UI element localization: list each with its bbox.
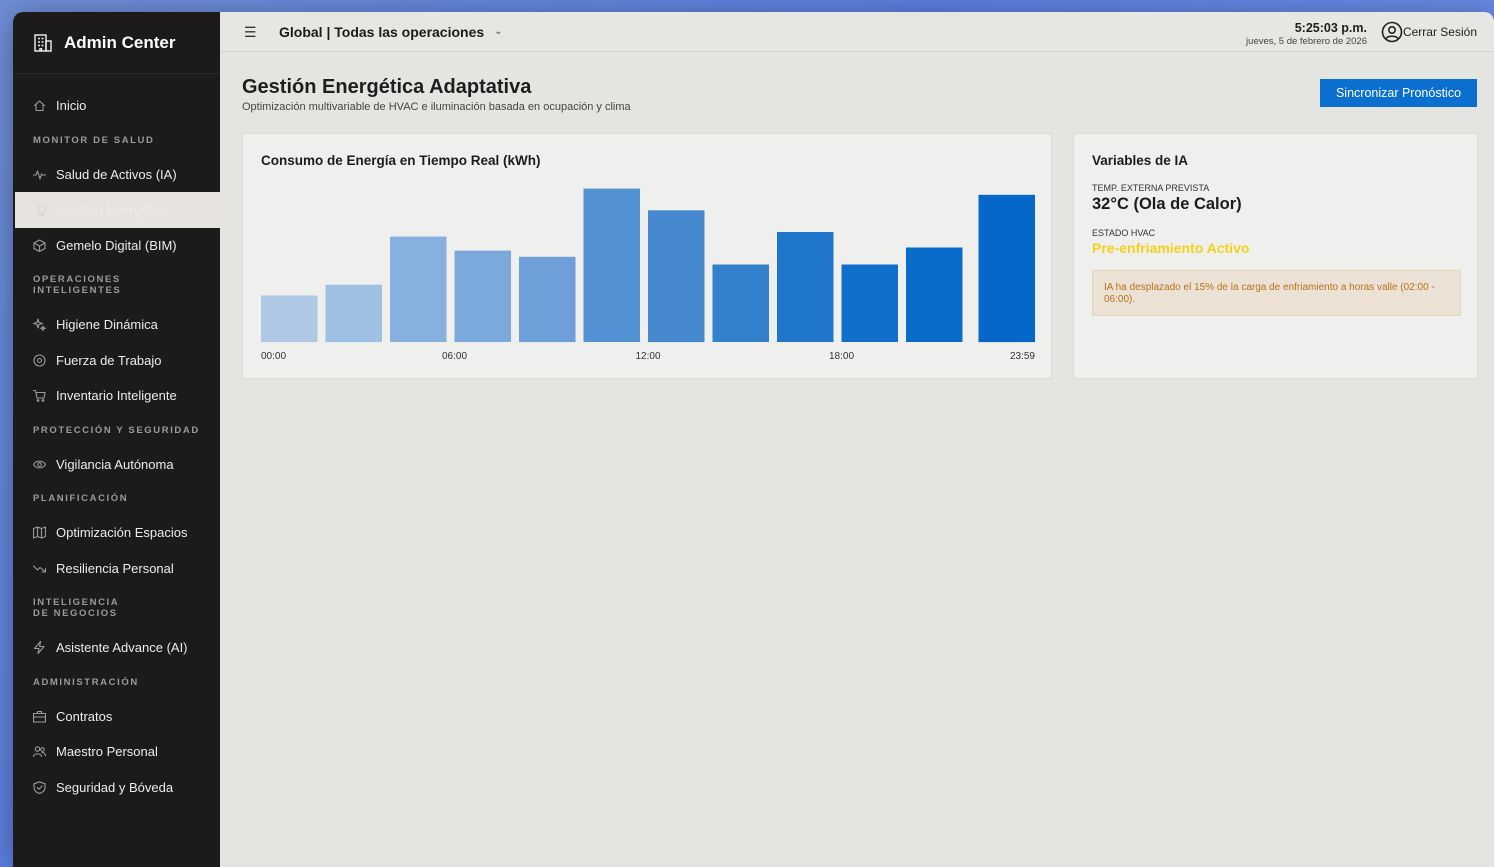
sidebar-item-higiene-dinamica[interactable]: Higiene Dinámica <box>13 307 220 343</box>
sidebar-item-inventario-inteligente[interactable]: Inventario Inteligente <box>13 378 220 414</box>
page-title: Gestión Energética Adaptativa <box>242 76 532 98</box>
sparkles-icon <box>33 318 46 332</box>
logout-button[interactable]: Cerrar Sesión <box>1403 25 1477 39</box>
x-tick-label: 12:00 <box>635 351 660 362</box>
ai-panel-title: Variables de IA <box>1092 153 1189 168</box>
sidebar-item-label: Inicio <box>56 98 87 114</box>
app-window: Admin Center Inicio MONITOR DE SALUD Salud… <box>13 12 1494 867</box>
temp-label: TEMP. EXTERNA PREVISTA <box>1092 183 1210 193</box>
sidebar-item-maestro-personal[interactable]: Maestro Personal <box>13 734 220 770</box>
main-content: ☰ Global | Todas las operaciones ⌄ 5:25:… <box>220 12 1494 867</box>
x-tick-label: 18:00 <box>829 351 854 362</box>
chart-bar[interactable] <box>583 188 641 342</box>
sidebar-item-label: Inventario Inteligente <box>56 388 177 404</box>
ai-variables-card: Variables de IA TEMP. EXTERNA PREVISTA 3… <box>1073 133 1478 379</box>
clock: 5:25:03 p.m. jueves, 5 de febrero de 202… <box>1246 21 1367 47</box>
sidebar-item-label: Asistente Advance (AI) <box>56 640 188 656</box>
lightbulb-icon <box>35 203 48 216</box>
briefcase-icon <box>33 710 46 723</box>
page-subtitle: Optimización multivariable de HVAC e ilu… <box>242 101 631 113</box>
sidebar-item-label: Vigilancia Autónoma <box>56 456 174 472</box>
users-icon <box>33 745 46 758</box>
chevron-down-icon[interactable]: ⌄ <box>494 26 502 37</box>
app-title: Admin Center <box>64 32 176 52</box>
page-header: Gestión Energética Adaptativa Optimizaci… <box>242 76 631 113</box>
temp-block: TEMP. EXTERNA PREVISTA 32°C (Ola de Calo… <box>1092 183 1242 214</box>
chart-bar[interactable] <box>648 210 705 343</box>
sidebar-item-label: Gemelo Digital (BIM) <box>56 237 177 253</box>
cart-icon <box>33 389 46 403</box>
clock-date: jueves, 5 de febrero de 2026 <box>1246 36 1367 47</box>
sidebar-item-resiliencia-personal[interactable]: Resiliencia Personal <box>13 551 220 587</box>
chart-bar[interactable] <box>841 264 899 343</box>
chart-bar[interactable] <box>261 295 318 343</box>
temp-value: 32°C (Ola de Calor) <box>1092 195 1242 213</box>
cube-icon <box>33 239 46 252</box>
hvac-label: ESTADO HVAC <box>1092 228 1156 238</box>
chart-bar[interactable] <box>454 250 512 342</box>
sidebar-item-inicio[interactable]: Inicio <box>13 88 220 124</box>
sidebar-item-seguridad-y-boveda[interactable]: Seguridad y Bóveda <box>13 770 220 806</box>
hvac-block: ESTADO HVAC Pre-enfriamiento Activo <box>1092 228 1249 256</box>
pulse-icon <box>33 168 46 181</box>
building-icon <box>34 33 52 52</box>
sync-forecast-button[interactable]: Sincronizar Pronóstico <box>1320 79 1477 107</box>
home-icon <box>33 99 46 112</box>
x-tick-label: 06:00 <box>442 351 467 362</box>
sidebar-item-label: Resiliencia Personal <box>56 560 174 576</box>
chart-bar[interactable] <box>519 256 576 343</box>
menu-icon[interactable]: ☰ <box>244 25 257 39</box>
sidebar-item-label: Maestro Personal <box>56 744 158 760</box>
chart-bar[interactable] <box>906 247 963 343</box>
shield-icon <box>33 781 46 794</box>
sidebar-item-label: Salud de Activos (IA) <box>56 166 177 182</box>
top-bar: ☰ Global | Todas las operaciones ⌄ 5:25:… <box>220 12 1494 52</box>
ai-note: IA ha desplazado el 15% de la carga de e… <box>1092 270 1461 316</box>
map-icon <box>33 526 46 539</box>
chart-bar[interactable] <box>712 264 770 343</box>
sidebar-item-vigilancia-autonoma[interactable]: Vigilancia Autónoma <box>13 447 220 483</box>
brand[interactable]: Admin Center <box>13 12 220 74</box>
sidebar-item-salud-de-activos-ia[interactable]: Salud de Activos (IA) <box>13 157 220 193</box>
nav-section-header: INTELIGENCIA DE NEGOCIOS <box>33 597 119 619</box>
nav-section-header: OPERACIONES INTELIGENTES <box>33 274 122 296</box>
user-circle-icon[interactable] <box>1381 21 1403 43</box>
sidebar-item-fuerza-de-trabajo[interactable]: Fuerza de Trabajo <box>13 343 220 379</box>
sidebar-item-label: Optimización Espacios <box>56 525 188 541</box>
energy-bar-chart: 00:00 06:00 12:00 18:00 23:59 <box>261 188 1036 362</box>
nav-section-header: PLANIFICACIÓN <box>33 493 129 504</box>
sidebar-item-label: Gestión Energética <box>58 202 169 218</box>
eye-icon <box>33 458 46 471</box>
x-tick-label: 00:00 <box>261 351 286 362</box>
chart-bar[interactable] <box>777 232 834 342</box>
nav-section-header: ADMINISTRACIÓN <box>33 676 139 688</box>
sidebar: Admin Center Inicio MONITOR DE SALUD Salud… <box>13 12 220 867</box>
sidebar-nav: Inicio MONITOR DE SALUD Salud de Activos (… <box>13 74 220 805</box>
sidebar-item-gestion-energetica[interactable]: Gestión Energética <box>15 192 220 228</box>
sidebar-item-gemelo-digital-bim[interactable]: Gemelo Digital (BIM) <box>13 228 220 264</box>
sidebar-item-asistente-advance-ai[interactable]: Asistente Advance (AI) <box>13 630 220 666</box>
sidebar-item-optimizacion-espacios[interactable]: Optimización Espacios <box>13 515 220 551</box>
x-tick-label: 23:59 <box>1010 351 1035 362</box>
zap-icon <box>33 641 46 655</box>
sidebar-item-label: Higiene Dinámica <box>56 317 158 333</box>
nav-section-header: MONITOR DE SALUD <box>33 134 155 146</box>
chart-bar[interactable] <box>325 284 383 343</box>
trending-down-icon <box>33 562 46 575</box>
scope-selector[interactable]: Global | Todas las operaciones <box>279 24 484 40</box>
clock-time: 5:25:03 p.m. <box>1294 21 1367 35</box>
sidebar-item-label: Seguridad y Bóveda <box>56 779 174 795</box>
hvac-status: Pre-enfriamiento Activo <box>1092 240 1250 256</box>
sidebar-item-label: Fuerza de Trabajo <box>56 352 162 368</box>
nav-section-header: PROTECCIÓN Y SEGURIDAD <box>33 424 200 436</box>
sidebar-item-label: Contratos <box>56 708 113 724</box>
target-icon <box>33 354 46 367</box>
chart-bar[interactable] <box>390 236 447 342</box>
energy-chart-card: Consumo de Energía en Tiempo Real (kWh) … <box>242 133 1052 379</box>
chart-bar[interactable] <box>978 194 1036 343</box>
sidebar-item-contratos[interactable]: Contratos <box>13 699 220 735</box>
